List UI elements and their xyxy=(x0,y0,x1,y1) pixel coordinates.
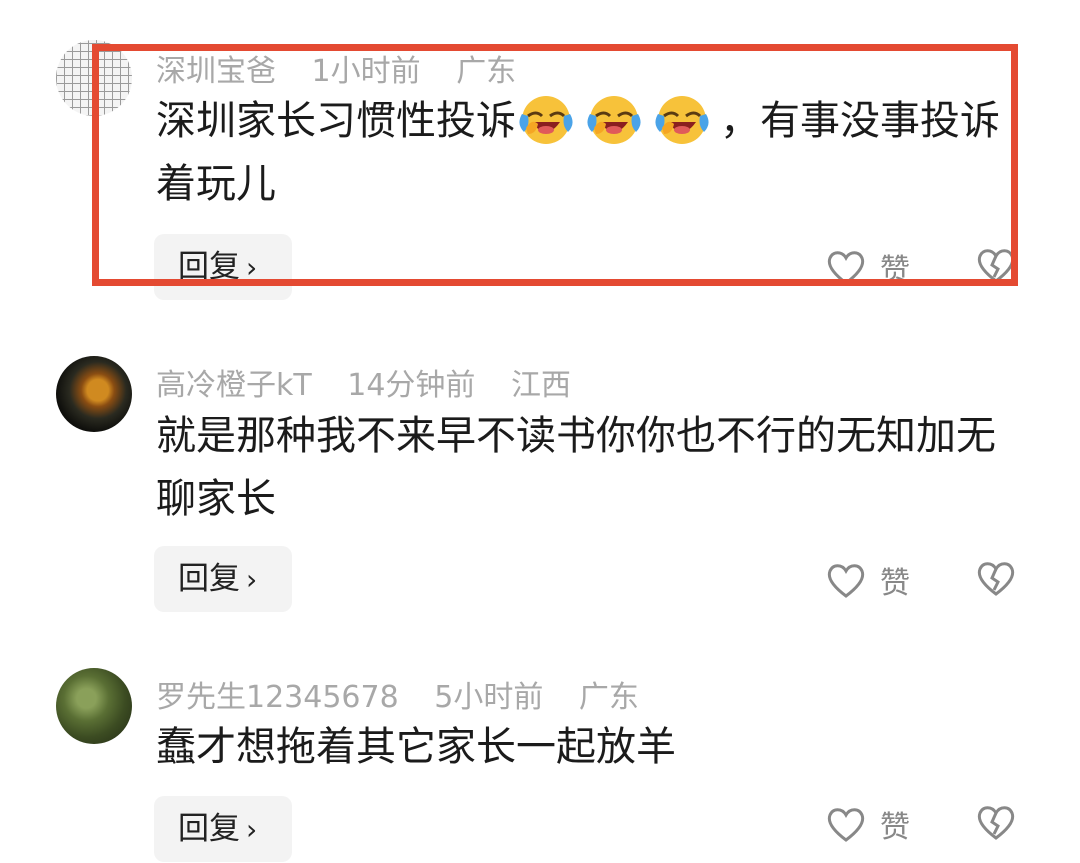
broken-heart-icon[interactable] xyxy=(976,804,1016,840)
reply-button[interactable]: 回复 › xyxy=(154,546,292,612)
location: 江西 xyxy=(510,368,571,403)
comment-meta: 高冷橙子kT 14分钟前 江西 xyxy=(156,360,597,404)
chevron-right-icon: › xyxy=(246,813,258,846)
heart-icon xyxy=(827,808,865,842)
chevron-right-icon: › xyxy=(246,563,258,596)
location: 广东 xyxy=(578,680,639,715)
comment-text: 就是那种我不来早不读书你你也不行的无知加无聊家长 xyxy=(156,413,996,522)
broken-heart-icon[interactable] xyxy=(976,560,1016,596)
like-button[interactable]: 赞 xyxy=(826,802,910,846)
username[interactable]: 高冷橙子kT xyxy=(156,368,312,403)
username[interactable]: 罗先生12345678 xyxy=(156,680,399,715)
comment-meta: 罗先生12345678 5小时前 广东 xyxy=(156,672,665,716)
timestamp: 5小时前 xyxy=(434,680,544,715)
like-button[interactable]: 赞 xyxy=(826,558,910,602)
heart-icon xyxy=(827,564,865,598)
highlight-box xyxy=(92,44,1018,286)
avatar[interactable] xyxy=(56,356,132,432)
avatar[interactable] xyxy=(56,668,132,744)
comment-text: 蠢才想拖着其它家长一起放羊 xyxy=(156,724,676,770)
timestamp: 14分钟前 xyxy=(347,368,476,403)
reply-button[interactable]: 回复 › xyxy=(154,796,292,862)
